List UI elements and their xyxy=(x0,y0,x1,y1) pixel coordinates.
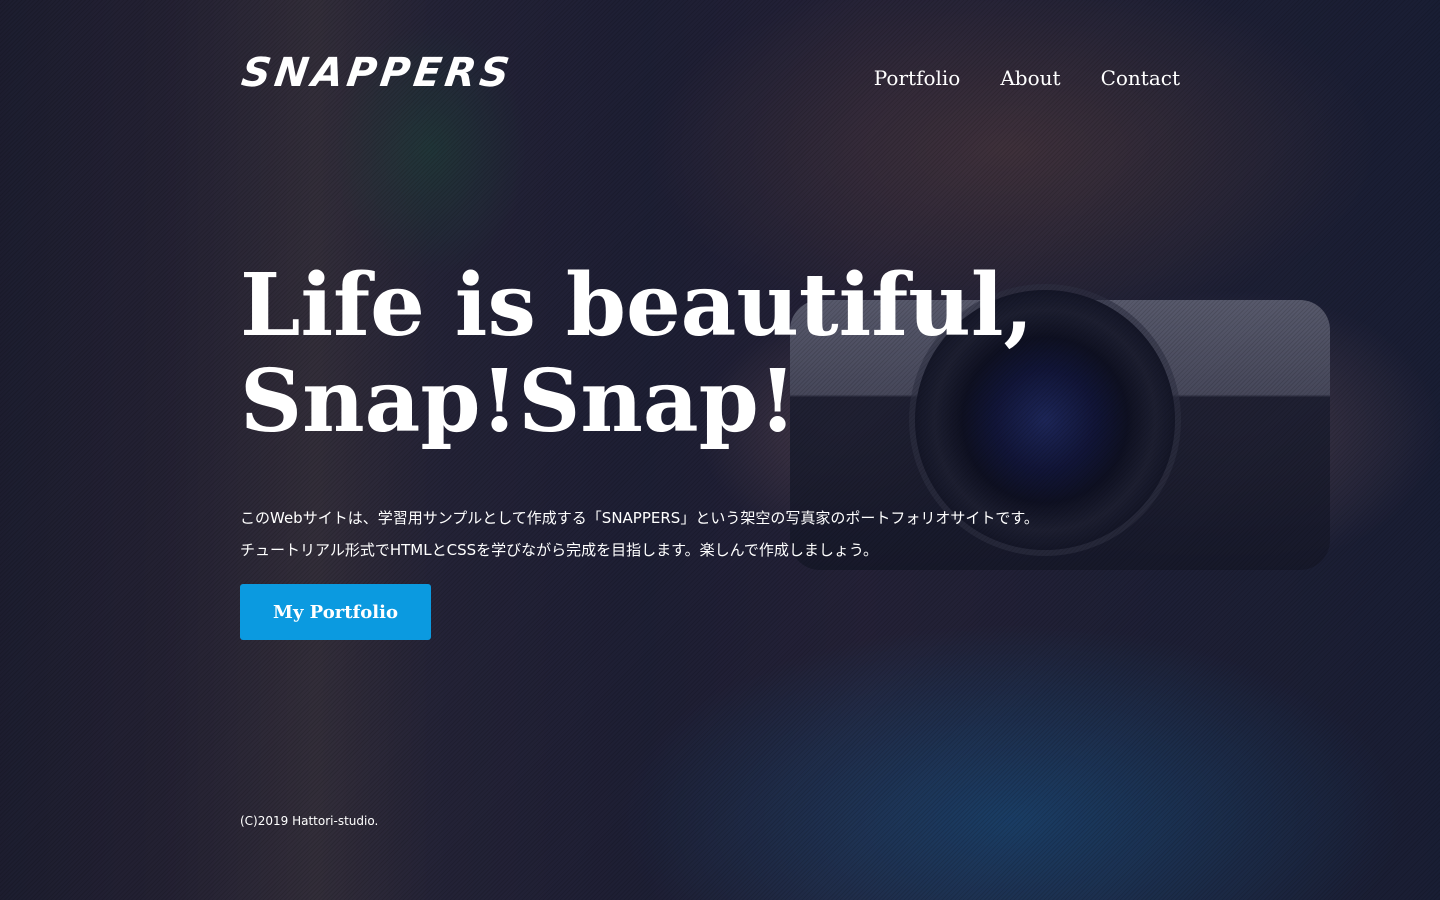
headline-line-1: Life is beautiful, xyxy=(240,255,1034,356)
site-logo[interactable]: SNAPPERS xyxy=(239,50,516,96)
hero-section: SNAPPERS Portfolio About Contact Life is… xyxy=(0,0,1440,900)
main-nav: Portfolio About Contact xyxy=(874,66,1180,90)
my-portfolio-button[interactable]: My Portfolio xyxy=(240,584,431,640)
nav-item-portfolio[interactable]: Portfolio xyxy=(874,66,961,90)
hero-description: このWebサイトは、学習用サンプルとして作成する「SNAPPERS」という架空の… xyxy=(240,502,1039,566)
copyright-text: (C)2019 Hattori-studio. xyxy=(240,814,379,828)
nav-item-about[interactable]: About xyxy=(1000,66,1060,90)
nav-item-contact[interactable]: Contact xyxy=(1101,66,1180,90)
description-line-2: チュートリアル形式でHTMLとCSSを学びながら完成を目指します。楽しんで作成し… xyxy=(240,541,878,559)
headline-line-2: Snap!Snap! xyxy=(240,351,797,452)
hero-headline: Life is beautiful, Snap!Snap! xyxy=(240,258,1033,450)
hero-content: SNAPPERS Portfolio About Contact Life is… xyxy=(0,0,1440,900)
description-line-1: このWebサイトは、学習用サンプルとして作成する「SNAPPERS」という架空の… xyxy=(240,509,1039,527)
